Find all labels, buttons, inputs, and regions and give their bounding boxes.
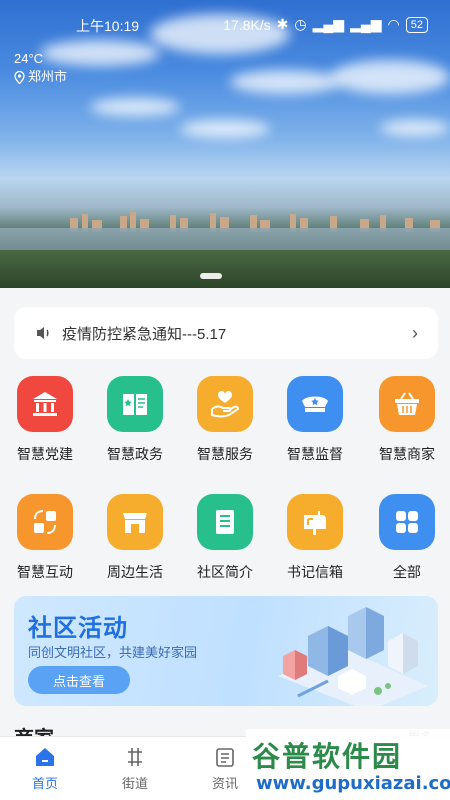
grid-label: 智慧党建 xyxy=(17,446,73,462)
grid-label: 周边生活 xyxy=(107,564,163,580)
chevron-right-icon: › xyxy=(412,322,418,343)
signal-icon: ▂▄▆ xyxy=(312,16,345,32)
wifi-icon: ◠ xyxy=(387,16,400,32)
cloud xyxy=(330,60,450,94)
grid-label: 智慧监督 xyxy=(287,446,343,462)
tab-label: 街道 xyxy=(121,776,148,791)
grid-label: 智慧政务 xyxy=(107,446,163,462)
notice-bar[interactable]: 疫情防控紧急通知---5.17 › xyxy=(14,307,438,359)
grid-icon xyxy=(379,494,435,550)
tab-street[interactable]: 街道 xyxy=(100,745,170,792)
tab-home[interactable]: 首页 xyxy=(10,745,80,792)
book-icon xyxy=(107,376,163,432)
grid-item-smart-government[interactable]: 智慧政务 xyxy=(100,376,170,464)
community-activity-banner[interactable]: 社区活动 同创文明社区，共建美好家园 点击查看 xyxy=(14,596,438,706)
news-icon xyxy=(216,748,234,767)
banner-subtitle: 同创文明社区，共建美好家园 xyxy=(28,645,198,660)
grid-label: 书记信箱 xyxy=(287,564,343,580)
grid-item-community-intro[interactable]: 社区简介 xyxy=(190,494,260,582)
building-icon xyxy=(17,376,73,432)
watermark-url: www.gupuxiazai.com xyxy=(256,773,450,794)
cloud xyxy=(380,120,450,136)
grid-item-secretary-mailbox[interactable]: 书记信箱 xyxy=(280,494,350,582)
cloud xyxy=(180,120,270,138)
watermark: 谷普软件园 www.gupuxiazai.com xyxy=(246,729,450,800)
status-bar: 上午10:19 17.8K/s ✱ ◷ ▂▄▆ ▂▄▆ ◠ 52 xyxy=(0,14,450,38)
weather-widget: 24°C 郑州市 xyxy=(14,50,67,86)
grid-item-all[interactable]: 全部 xyxy=(372,494,442,582)
basket-icon xyxy=(379,376,435,432)
status-time: 上午10:19 xyxy=(76,18,140,34)
watermark-text: 谷普软件园 xyxy=(252,741,403,772)
cloud xyxy=(230,70,340,94)
signal-icon: ▂▄▆ xyxy=(350,16,382,32)
location-pin-icon xyxy=(14,70,25,84)
grid-item-smart-party[interactable]: 智慧党建 xyxy=(10,376,80,464)
bluetooth-icon: ✱ xyxy=(276,16,289,32)
grid-label: 全部 xyxy=(393,564,421,580)
battery-icon: 52 xyxy=(405,16,428,33)
view-button[interactable]: 点击查看 xyxy=(28,666,130,694)
tab-label: 首页 xyxy=(31,776,58,791)
temperature: 24°C xyxy=(14,51,44,66)
city-name: 郑州市 xyxy=(28,69,68,84)
grid-item-nearby-life[interactable]: 周边生活 xyxy=(100,494,170,582)
grid-item-smart-merchant[interactable]: 智慧商家 xyxy=(372,376,442,464)
document-icon xyxy=(197,494,253,550)
carousel-indicator xyxy=(200,273,222,279)
shop-icon xyxy=(107,494,163,550)
interaction-icon xyxy=(17,494,73,550)
street-icon xyxy=(128,748,142,766)
grid-label: 智慧商家 xyxy=(379,446,435,462)
grid-label: 智慧互动 xyxy=(17,564,73,580)
grid-label: 智慧服务 xyxy=(197,446,253,462)
notice-text: 疫情防控紧急通知---5.17 xyxy=(62,325,227,343)
grid-item-smart-supervision[interactable]: 智慧监督 xyxy=(280,376,350,464)
home-icon xyxy=(36,748,54,766)
tab-label: 资讯 xyxy=(211,776,238,791)
network-speed: 17.8K/s xyxy=(223,16,271,33)
hero-banner-image[interactable]: 上午10:19 17.8K/s ✱ ◷ ▂▄▆ ▂▄▆ ◠ 52 24°C 郑州… xyxy=(0,0,450,288)
heart-hand-icon xyxy=(197,376,253,432)
speaker-icon xyxy=(37,327,49,339)
grid-item-smart-interaction[interactable]: 智慧互动 xyxy=(10,494,80,582)
banner-title: 社区活动 xyxy=(28,615,128,642)
grid-label: 社区简介 xyxy=(197,564,253,580)
alarm-icon: ◷ xyxy=(294,16,307,32)
cloud xyxy=(90,98,180,116)
grid-item-smart-service[interactable]: 智慧服务 xyxy=(190,376,260,464)
mailbox-icon xyxy=(287,494,343,550)
police-cap-icon xyxy=(287,376,343,432)
city-illustration xyxy=(278,607,428,706)
status-indicators: 17.8K/s ✱ ◷ ▂▄▆ ▂▄▆ ◠ 52 xyxy=(223,16,428,33)
park-land xyxy=(0,250,450,288)
